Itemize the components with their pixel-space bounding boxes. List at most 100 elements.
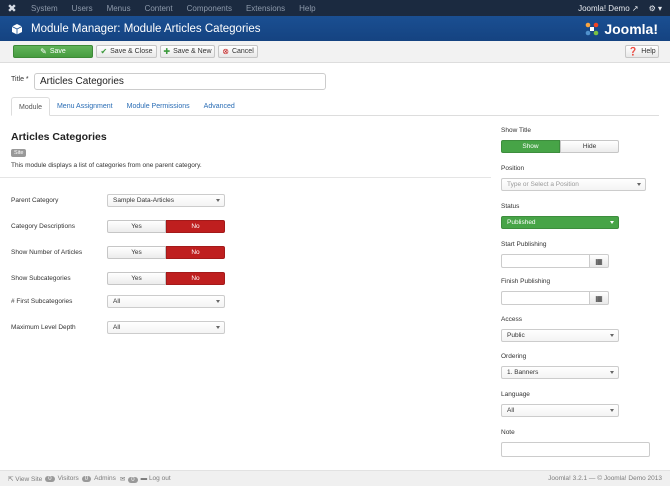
tab-module-permissions[interactable]: Module Permissions <box>120 97 197 116</box>
dropdown-caret-icon <box>610 409 614 412</box>
finish-publishing-input[interactable] <box>501 291 590 305</box>
messages-link[interactable]: ✉ 0 <box>120 475 141 483</box>
yes-option[interactable]: Yes <box>107 220 166 233</box>
language-select[interactable]: All <box>501 404 619 417</box>
category-descriptions-toggle: Yes No <box>107 220 225 233</box>
view-site-link[interactable]: ⇱ View Site <box>8 475 42 483</box>
status-block: Status Published <box>501 203 661 229</box>
menu-help[interactable]: Help <box>292 4 322 13</box>
save-button[interactable]: ✎ Save <box>13 45 93 58</box>
ordering-block: Ordering 1. Banners <box>501 353 661 379</box>
hide-option[interactable]: Hide <box>560 140 619 153</box>
parent-category-label: Parent Category <box>11 197 59 204</box>
user-menu-gear-icon[interactable]: ⚙ ▾ <box>649 4 662 13</box>
divider <box>0 177 491 178</box>
parent-category-select[interactable]: Sample Data-Articles <box>107 194 225 207</box>
dropdown-caret-icon <box>610 371 614 374</box>
topnav-right: Joomla! Demo ↗ ⚙ ▾ <box>578 4 670 13</box>
parent-category-row: Parent Category Sample Data-Articles <box>11 194 491 207</box>
save-new-button[interactable]: ✚ Save & New <box>160 45 215 58</box>
logout-label: Log out <box>148 475 171 482</box>
no-option[interactable]: No <box>166 220 225 233</box>
menu-users[interactable]: Users <box>65 4 100 13</box>
help-label: Help <box>641 48 656 55</box>
view-site-icon: ⇱ <box>8 475 14 483</box>
menu-content[interactable]: Content <box>138 4 180 13</box>
show-subcategories-toggle: Yes No <box>107 272 225 285</box>
position-select[interactable]: Type or Select a Position <box>501 178 646 191</box>
dropdown-caret-icon <box>637 183 641 186</box>
max-level-depth-value: All <box>113 324 121 331</box>
no-option[interactable]: No <box>166 246 225 259</box>
note-input[interactable] <box>501 442 650 457</box>
tab-module[interactable]: Module <box>11 97 50 116</box>
messages-count: 0 <box>128 476 138 483</box>
calendar-icon[interactable]: ▦ <box>590 291 609 305</box>
show-title-label: Show Title <box>501 127 531 134</box>
finish-publishing-label: Finish Publishing <box>501 278 551 285</box>
tab-bar: Module Menu Assignment Module Permission… <box>11 97 659 116</box>
title-input[interactable]: Articles Categories <box>34 73 326 90</box>
start-publishing-input[interactable] <box>501 254 590 268</box>
cancel-icon: ⊗ <box>222 47 229 56</box>
show-number-articles-label: Show Number of Articles <box>11 249 83 256</box>
yes-option[interactable]: Yes <box>107 246 166 259</box>
max-level-depth-select[interactable]: All <box>107 321 225 334</box>
access-select[interactable]: Public <box>501 329 619 342</box>
status-footer: ⇱ View Site 0 Visitors 0 Admins ✉ 0 ▬ Log o… <box>0 470 670 486</box>
dropdown-caret-icon <box>216 199 220 202</box>
module-heading: Articles Categories <box>11 131 107 143</box>
position-block: Position Type or Select a Position <box>501 165 661 191</box>
calendar-icon[interactable]: ▦ <box>590 254 609 268</box>
start-publishing-block: Start Publishing ▦ <box>501 241 661 268</box>
access-label: Access <box>501 316 522 323</box>
ordering-value: 1. Banners <box>507 369 539 376</box>
finish-publishing-block: Finish Publishing ▦ <box>501 278 661 305</box>
ordering-select[interactable]: 1. Banners <box>501 366 619 379</box>
copyright-text: Joomla! 3.2.1 — © Joomla! Demo 2013 <box>548 475 662 482</box>
menu-extensions[interactable]: Extensions <box>239 4 292 13</box>
show-subcategories-row: Show Subcategories Yes No <box>11 272 491 285</box>
show-option[interactable]: Show <box>501 140 560 153</box>
admins-label: Admins <box>94 475 116 482</box>
save-icon: ✎ <box>40 47 47 56</box>
first-subcategories-select[interactable]: All <box>107 295 225 308</box>
visitors-label: Visitors <box>57 475 79 482</box>
page-header: Module Manager: Module Articles Categori… <box>0 16 670 41</box>
first-subcategories-value: All <box>113 298 121 305</box>
checkmark-icon: ✔ <box>100 47 108 56</box>
menu-components[interactable]: Components <box>180 4 239 13</box>
logout-link[interactable]: ▬ Log out <box>141 475 171 482</box>
question-icon: ❓ <box>628 47 639 56</box>
access-value: Public <box>507 332 525 339</box>
language-block: Language All <box>501 391 661 417</box>
status-select[interactable]: Published <box>501 216 619 229</box>
brand-name: Joomla! <box>604 20 658 37</box>
first-subcategories-row: # First Subcategories All <box>11 295 491 308</box>
tab-advanced[interactable]: Advanced <box>197 97 242 116</box>
category-descriptions-row: Category Descriptions Yes No <box>11 220 491 233</box>
dropdown-caret-icon <box>610 221 614 224</box>
external-link-icon: ↗ <box>631 3 639 13</box>
position-label: Position <box>501 165 525 172</box>
joomla-menu-icon[interactable]: ✖ <box>0 2 24 15</box>
help-button[interactable]: ❓ Help <box>625 45 659 58</box>
show-number-articles-row: Show Number of Articles Yes No <box>11 246 491 259</box>
module-settings: Articles Categories Site This module dis… <box>0 131 491 334</box>
menu-menus[interactable]: Menus <box>100 4 138 13</box>
save-close-button[interactable]: ✔ Save & Close <box>96 45 157 58</box>
mail-icon: ✉ <box>119 475 126 483</box>
language-label: Language <box>501 391 530 398</box>
menu-system[interactable]: System <box>24 4 65 13</box>
save-close-label: Save & Close <box>110 48 153 55</box>
yes-option[interactable]: Yes <box>107 272 166 285</box>
title-label: Title * <box>11 76 29 83</box>
tab-menu-assignment[interactable]: Menu Assignment <box>50 97 120 116</box>
start-publishing-label: Start Publishing <box>501 241 547 248</box>
module-description: This module displays a list of categorie… <box>11 162 202 169</box>
show-subcategories-label: Show Subcategories <box>11 275 71 282</box>
no-option[interactable]: No <box>166 272 225 285</box>
site-badge: Site <box>11 149 27 157</box>
site-link[interactable]: Joomla! Demo ↗ <box>578 4 639 13</box>
cancel-button[interactable]: ⊗ Cancel <box>218 45 258 58</box>
